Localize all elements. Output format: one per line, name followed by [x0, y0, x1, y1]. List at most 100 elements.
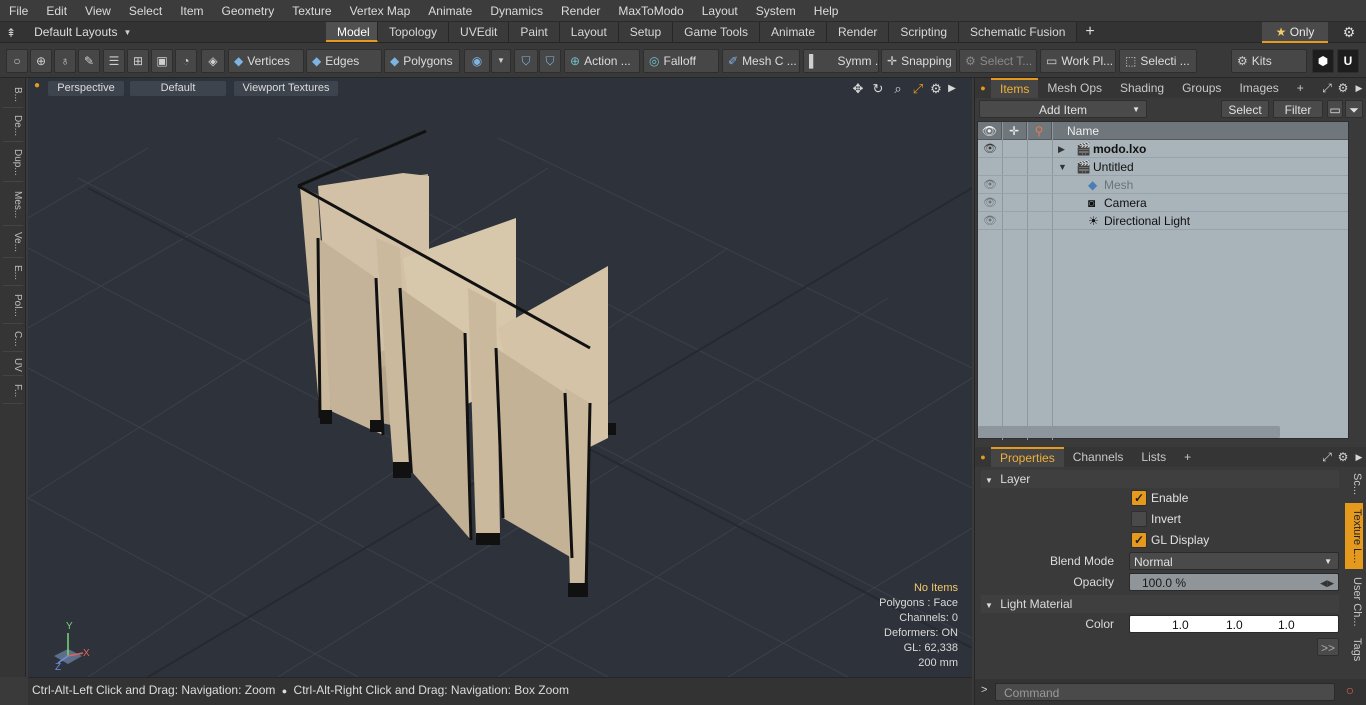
left-tab-mesh-edit[interactable]: Mes...: [3, 184, 23, 226]
menu-render[interactable]: Render: [552, 0, 609, 22]
align-button[interactable]: ☰: [103, 49, 125, 73]
tab-paint[interactable]: Paint: [509, 22, 560, 42]
color-b-value[interactable]: 1.0: [1278, 616, 1295, 634]
menu-item[interactable]: Item: [171, 0, 212, 22]
collapse-arrow-icon[interactable]: ▼: [1058, 158, 1067, 176]
panel-expand-icon[interactable]: ⤢: [1319, 81, 1335, 96]
material-mode-button[interactable]: ◉: [464, 49, 490, 73]
tab-channels[interactable]: Channels: [1064, 447, 1133, 467]
left-tab-uv[interactable]: UV: [3, 354, 23, 376]
panel-gear-icon[interactable]: ⚙: [1335, 450, 1351, 464]
command-input[interactable]: Command: [995, 683, 1335, 701]
symmetry-shield-button[interactable]: ⛉: [514, 49, 538, 73]
unreal-button[interactable]: U: [1337, 49, 1359, 73]
item-row-untitled[interactable]: ▼ 🎬 Untitled: [978, 158, 1348, 176]
menu-vertex-map[interactable]: Vertex Map: [341, 0, 420, 22]
zoom-view-icon[interactable]: ⌕: [890, 81, 906, 97]
menu-maxtomodo[interactable]: MaxToModo: [609, 0, 692, 22]
menu-system[interactable]: System: [747, 0, 805, 22]
color-field[interactable]: 1.0 1.0 1.0: [1129, 615, 1339, 633]
name-column-header[interactable]: Name: [1053, 122, 1113, 140]
symmetry-shield-2-button[interactable]: ⛉: [539, 49, 561, 73]
left-tab-basic[interactable]: B...: [3, 82, 23, 108]
select-button[interactable]: Select: [1221, 100, 1269, 118]
move-view-icon[interactable]: ✥: [850, 81, 866, 97]
edges-button[interactable]: ◆ Edges: [306, 49, 382, 73]
polygons-button[interactable]: ◆ Polygons: [384, 49, 460, 73]
eye-icon[interactable]: 👁: [982, 194, 998, 212]
view-perspective-button[interactable]: Perspective: [48, 81, 124, 96]
menu-animate[interactable]: Animate: [419, 0, 481, 22]
selection-sets-button[interactable]: ⬚ Selecti ...: [1119, 49, 1197, 73]
menu-texture[interactable]: Texture: [283, 0, 340, 22]
eye-icon[interactable]: 👁: [982, 176, 998, 194]
symmetry-button[interactable]: ▌ Symm ...: [803, 49, 879, 73]
tab-uvedit[interactable]: UVEdit: [449, 22, 510, 42]
panel-gear-icon[interactable]: ⚙: [1335, 81, 1351, 95]
select-circle-button[interactable]: ○: [6, 49, 28, 73]
add-panel-tab-icon[interactable]: +: [1288, 78, 1313, 98]
collapse-icon[interactable]: ▭: [1327, 100, 1343, 118]
item-row-modo-lxo[interactable]: 👁 ▶ 🎬 modo.lxo: [978, 140, 1348, 158]
add-tab-icon[interactable]: +: [1077, 22, 1102, 43]
item-row-camera[interactable]: 👁 ◙ Camera: [978, 194, 1348, 212]
3d-viewport[interactable]: Y X Z ● Perspective Default Viewport Tex…: [28, 78, 972, 677]
tab-items[interactable]: Items: [991, 78, 1039, 98]
add-item-button[interactable]: Add Item ▼: [979, 100, 1147, 118]
funnel-icon[interactable]: ⏷: [1345, 100, 1363, 118]
tab-topology[interactable]: Topology: [378, 22, 450, 42]
menu-dynamics[interactable]: Dynamics: [481, 0, 552, 22]
side-tab-user-channels[interactable]: User Ch...: [1345, 573, 1363, 631]
menu-view[interactable]: View: [76, 0, 120, 22]
kits-button[interactable]: ⚙ Kits: [1231, 49, 1307, 73]
snapping-button[interactable]: ✛ Snapping: [881, 49, 957, 73]
slider-arrows-icon[interactable]: ◀▶: [1320, 574, 1334, 592]
more-button[interactable]: >>: [1317, 638, 1339, 656]
only-button[interactable]: ★ Only: [1262, 22, 1328, 43]
shading-default-button[interactable]: Default: [130, 81, 226, 96]
list-scrollbar[interactable]: [978, 426, 1280, 438]
select-through-button[interactable]: ⚙ Select T...: [959, 49, 1037, 73]
expand-arrow-icon[interactable]: ▶: [1058, 140, 1065, 158]
side-tab-scene[interactable]: Sc...: [1345, 470, 1363, 498]
tab-scripting[interactable]: Scripting: [889, 22, 960, 42]
panel-arrow-icon[interactable]: ▶: [1351, 452, 1366, 463]
viewport-textures-button[interactable]: Viewport Textures: [234, 81, 338, 96]
opacity-slider[interactable]: 100.0 % ◀▶: [1129, 573, 1339, 591]
tab-groups[interactable]: Groups: [1173, 78, 1230, 98]
left-tab-duplicate[interactable]: Dup...: [3, 144, 23, 182]
tab-properties[interactable]: Properties: [991, 447, 1064, 467]
visibility-column-eye-icon[interactable]: 👁: [978, 122, 1002, 140]
tab-animate[interactable]: Animate: [759, 22, 827, 42]
paint-select-button[interactable]: ✎: [78, 49, 100, 73]
item-row-directional-light[interactable]: 👁 ☀ Directional Light: [978, 212, 1348, 230]
left-tab-edge[interactable]: E...: [3, 260, 23, 286]
tab-images[interactable]: Images: [1230, 78, 1287, 98]
vertices-button[interactable]: ◆ Vertices: [228, 49, 304, 73]
panel-expand-icon[interactable]: ⤢: [1319, 450, 1335, 465]
tab-lists[interactable]: Lists: [1132, 447, 1175, 467]
layer-section-header[interactable]: ▼ Layer: [981, 470, 1339, 488]
color-g-value[interactable]: 1.0: [1226, 616, 1243, 634]
side-tab-texture-layers[interactable]: Texture L...: [1345, 503, 1363, 569]
maximize-view-icon[interactable]: ⤢: [910, 81, 926, 97]
enable-checkbox[interactable]: ✓: [1131, 490, 1147, 506]
left-tab-polygon[interactable]: Pol...: [3, 288, 23, 324]
menu-geometry[interactable]: Geometry: [213, 0, 284, 22]
add-panel-tab-icon[interactable]: +: [1175, 447, 1200, 467]
action-center-button[interactable]: ⊕ Action ...: [564, 49, 640, 73]
record-icon[interactable]: ○: [1341, 682, 1359, 700]
light-material-section-header[interactable]: ▼ Light Material: [981, 595, 1339, 613]
pivot-button[interactable]: ▣: [151, 49, 173, 73]
tab-model[interactable]: Model: [326, 22, 378, 42]
item-row-mesh[interactable]: 👁 ◆ Mesh: [978, 176, 1348, 194]
type-column-icon[interactable]: ⚲: [1027, 122, 1052, 140]
gear-icon[interactable]: ⚙: [1338, 22, 1360, 43]
mesh-constraint-button[interactable]: ✐ Mesh C ...: [722, 49, 800, 73]
lock-column-icon[interactable]: ✛: [1002, 122, 1027, 140]
rotate-view-icon[interactable]: ↻: [870, 81, 886, 97]
menu-layout[interactable]: Layout: [693, 0, 747, 22]
gl-display-checkbox[interactable]: ✓: [1131, 532, 1147, 548]
menu-select[interactable]: Select: [120, 0, 171, 22]
viewport-settings-icon[interactable]: ⚙: [928, 81, 944, 97]
